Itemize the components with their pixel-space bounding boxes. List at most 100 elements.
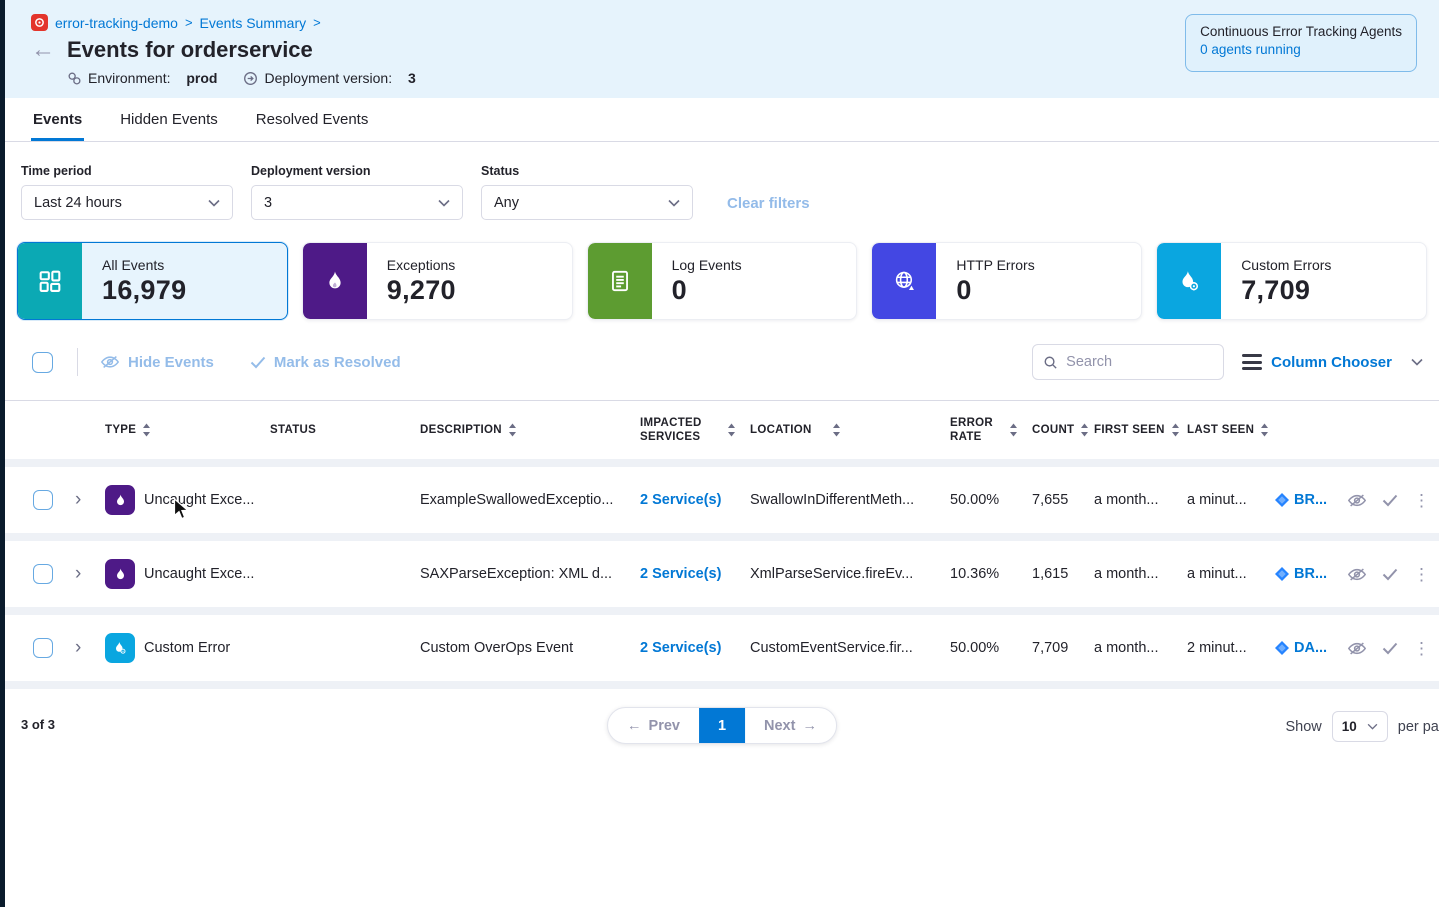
deployment-icon xyxy=(243,71,258,86)
header-first-seen[interactable]: FIRST SEEN xyxy=(1094,423,1187,437)
agents-running-link[interactable]: 0 agents running xyxy=(1200,42,1402,57)
grid-icon xyxy=(36,267,64,295)
expand-chevron-icon[interactable]: › xyxy=(69,637,105,659)
hide-event-icon[interactable] xyxy=(1347,567,1367,582)
menu-lines-icon xyxy=(1242,354,1262,370)
chevron-down-icon xyxy=(438,199,450,207)
impacted-services-link[interactable]: 2 Service(s) xyxy=(640,492,750,508)
row-checkbox[interactable] xyxy=(33,638,53,658)
event-row-2[interactable]: › Uncaught Exce... SAXParseException: XM… xyxy=(5,541,1439,607)
sort-icon xyxy=(1009,423,1018,437)
last-seen: a minut... xyxy=(1187,566,1275,582)
header-impacted-services[interactable]: IMPACTED SERVICES xyxy=(640,416,750,445)
breadcrumb-section-link[interactable]: Events Summary xyxy=(200,15,307,31)
last-seen: a minut... xyxy=(1187,492,1275,508)
document-icon xyxy=(607,268,633,294)
page-title: Events for orderservice xyxy=(67,37,313,63)
jira-ticket-link[interactable]: BR... xyxy=(1275,492,1347,508)
prev-page-button[interactable]: ← Prev xyxy=(608,708,699,743)
card-value: 7,709 xyxy=(1241,275,1331,306)
card-log-events[interactable]: Log Events 0 xyxy=(587,242,858,320)
expand-chevron-icon[interactable]: › xyxy=(69,489,105,511)
header-last-seen[interactable]: LAST SEEN xyxy=(1187,423,1275,437)
card-exceptions[interactable]: Exceptions 9,270 xyxy=(302,242,573,320)
resolve-event-icon[interactable] xyxy=(1382,642,1398,655)
time-period-select[interactable]: Last 24 hours xyxy=(21,185,233,220)
event-count: 1,615 xyxy=(1032,566,1094,582)
row-checkbox[interactable] xyxy=(33,490,53,510)
globe-error-icon xyxy=(891,268,918,295)
header-status[interactable]: STATUS xyxy=(270,423,420,437)
collapsed-sidebar-edge xyxy=(0,0,5,907)
event-description: ExampleSwallowedExceptio... xyxy=(420,492,640,508)
breadcrumb-project-link[interactable]: error-tracking-demo xyxy=(55,15,178,31)
header-count[interactable]: COUNT xyxy=(1032,423,1094,437)
jira-ticket-link[interactable]: BR... xyxy=(1275,566,1347,582)
jira-diamond-icon xyxy=(1275,641,1289,655)
page-header: error-tracking-demo > Events Summary > ←… xyxy=(5,0,1439,98)
show-label: Show xyxy=(1285,719,1321,735)
table-body: › Uncaught Exce... ExampleSwallowedExcep… xyxy=(5,459,1439,689)
event-row-3[interactable]: › Custom Error Custom OverOps Event 2 Se… xyxy=(5,615,1439,681)
status-select[interactable]: Any xyxy=(481,185,693,220)
header-description[interactable]: DESCRIPTION xyxy=(420,423,640,437)
first-seen: a month... xyxy=(1094,492,1187,508)
jira-diamond-icon xyxy=(1275,493,1289,507)
sort-icon xyxy=(1260,423,1269,437)
next-page-button[interactable]: Next → xyxy=(745,708,836,743)
row-menu-icon[interactable]: ⋮ xyxy=(1413,492,1430,509)
row-menu-icon[interactable]: ⋮ xyxy=(1413,640,1430,657)
chevron-down-icon xyxy=(208,199,220,207)
tab-events[interactable]: Events xyxy=(31,98,84,141)
error-rate: 50.00% xyxy=(950,492,1032,508)
search-input[interactable] xyxy=(1066,354,1206,370)
row-checkbox[interactable] xyxy=(33,564,53,584)
row-menu-icon[interactable]: ⋮ xyxy=(1413,566,1430,583)
card-all-events[interactable]: All Events 16,979 xyxy=(17,242,288,320)
event-summary-cards: All Events 16,979 Exceptions 9,270 Log xyxy=(17,242,1427,320)
impacted-services-link[interactable]: 2 Service(s) xyxy=(640,566,750,582)
card-http-errors[interactable]: HTTP Errors 0 xyxy=(871,242,1142,320)
sort-icon xyxy=(727,423,736,437)
page-number-button[interactable]: 1 xyxy=(699,708,745,743)
deployment-meta: Deployment version: 3 xyxy=(243,70,415,86)
breadcrumb-separator: > xyxy=(313,15,321,30)
filters-bar: Time period Last 24 hours Deployment ver… xyxy=(5,142,1439,220)
chevron-down-icon xyxy=(1411,358,1423,366)
expand-chevron-icon[interactable]: › xyxy=(69,563,105,585)
sort-icon xyxy=(508,423,517,437)
tab-resolved-events[interactable]: Resolved Events xyxy=(254,98,371,141)
tab-hidden-events[interactable]: Hidden Events xyxy=(118,98,220,141)
resolve-event-icon[interactable] xyxy=(1382,568,1398,581)
flame-gear-icon xyxy=(1176,268,1202,294)
select-all-checkbox[interactable] xyxy=(32,352,53,373)
per-page-label: per page xyxy=(1398,719,1439,735)
event-description: Custom OverOps Event xyxy=(420,640,640,656)
card-label: All Events xyxy=(102,257,186,273)
clear-filters-button[interactable]: Clear filters xyxy=(727,195,810,212)
resolve-event-icon[interactable] xyxy=(1382,494,1398,507)
hide-events-button[interactable]: Hide Events xyxy=(100,354,214,371)
deployment-version-label: Deployment version xyxy=(251,164,463,178)
sort-icon xyxy=(832,423,841,437)
hide-event-icon[interactable] xyxy=(1347,641,1367,656)
chevron-down-icon xyxy=(668,199,680,207)
events-table: TYPE STATUS DESCRIPTION IMPACTED SERVICE… xyxy=(5,400,1439,689)
jira-ticket-link[interactable]: DA... xyxy=(1275,640,1347,656)
header-error-rate[interactable]: ERROR RATE xyxy=(950,416,1032,445)
mark-resolved-button[interactable]: Mark as Resolved xyxy=(250,354,401,371)
deployment-version-select[interactable]: 3 xyxy=(251,185,463,220)
flame-gear-icon xyxy=(112,640,128,656)
page-size-select[interactable]: 10 xyxy=(1332,711,1388,742)
column-chooser-button[interactable]: Column Chooser xyxy=(1242,354,1423,371)
event-row-1[interactable]: › Uncaught Exce... ExampleSwallowedExcep… xyxy=(5,467,1439,533)
hide-event-icon[interactable] xyxy=(1347,493,1367,508)
card-custom-errors[interactable]: Custom Errors 7,709 xyxy=(1156,242,1427,320)
flame-icon xyxy=(113,567,128,582)
card-value: 0 xyxy=(956,275,1034,306)
header-type[interactable]: TYPE xyxy=(105,423,270,437)
breadcrumb: error-tracking-demo > Events Summary > xyxy=(31,14,416,31)
header-location[interactable]: LOCATION xyxy=(750,423,950,437)
impacted-services-link[interactable]: 2 Service(s) xyxy=(640,640,750,656)
back-arrow-icon[interactable]: ← xyxy=(31,40,55,60)
